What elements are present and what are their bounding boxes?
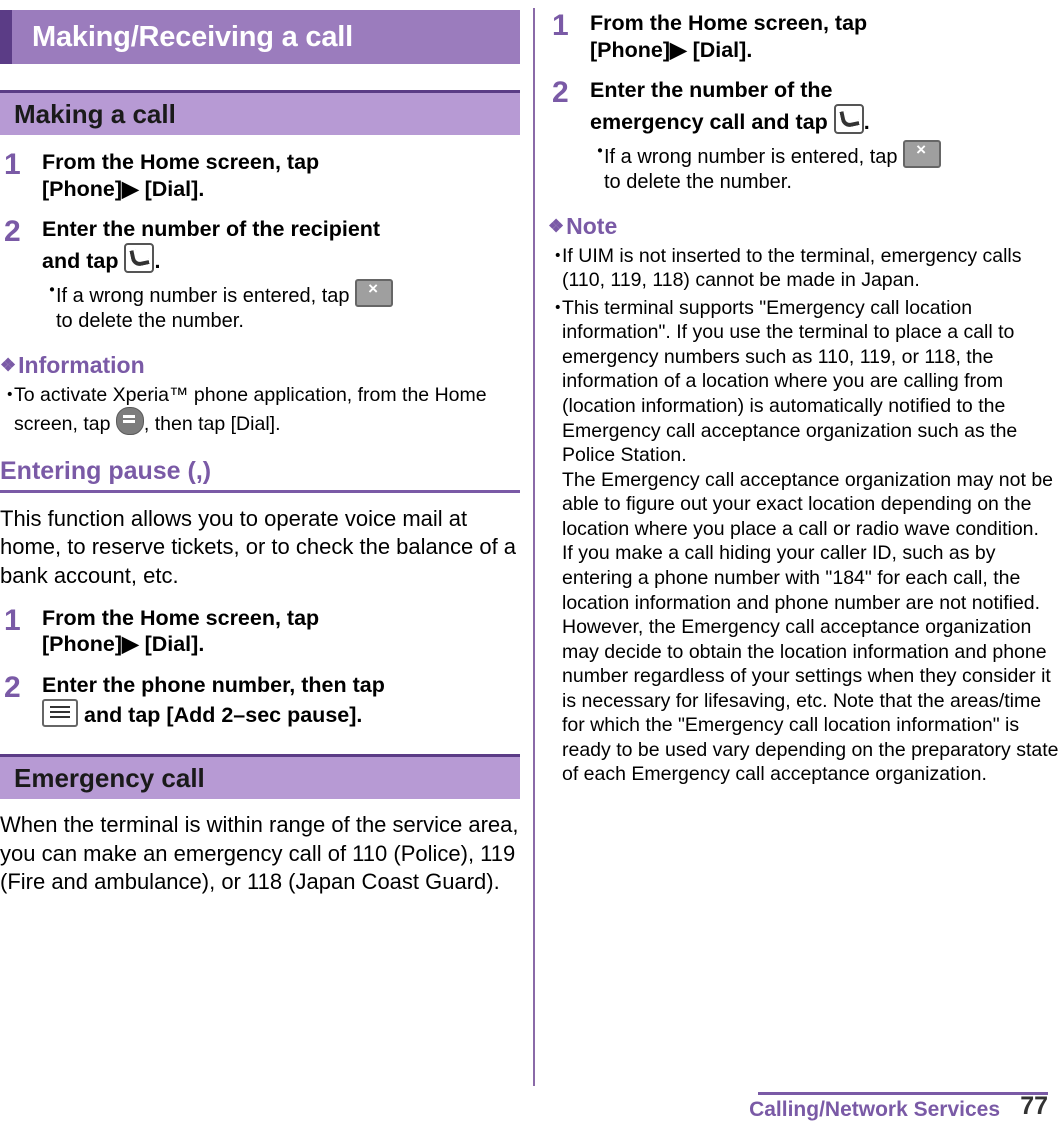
step-sub-note: ・ If a wrong number is entered, tap to d… [590, 139, 1060, 195]
footer-section-name: Calling/Network Services [749, 1098, 1000, 1121]
step-line-1: Enter the number of the recipient [42, 217, 381, 242]
step-line-2-period: . [154, 248, 161, 273]
step-item: 1 From the Home screen, tap [Phone]▶ [Di… [548, 10, 1060, 63]
step-item: 1 From the Home screen, tap [Phone]▶ [Di… [0, 605, 520, 658]
page-number: 77 [1020, 1092, 1048, 1120]
step-body: Enter the number of the recipient and ta… [42, 216, 520, 333]
step-line-2: [Phone]▶ [Dial]. [42, 176, 520, 203]
right-column: 1 From the Home screen, tap [Phone]▶ [Di… [548, 0, 1060, 1086]
step-target-dial: [Dial]. [144, 632, 205, 657]
note-paragraph: If you make a call hiding your caller ID… [562, 542, 1059, 786]
step-sub-note: ・ If a wrong number is entered, tap to d… [42, 278, 520, 334]
sub-note-line-1: If a wrong number is entered, tap [604, 145, 898, 168]
chapter-title-bar: Making/Receiving a call [0, 10, 520, 64]
step-number: 2 [4, 215, 21, 249]
step-line-2-text: and tap [Add 2–sec pause]. [83, 702, 363, 727]
step-number: 1 [4, 603, 21, 637]
column-divider [533, 8, 535, 1086]
bullet-mark: ・ [42, 279, 62, 302]
list-item: ・ If UIM is not inserted to the terminal… [548, 244, 1060, 293]
step-number: 1 [552, 9, 569, 42]
step-line-2: [Phone]▶ [Dial]. [42, 631, 520, 658]
step-item: 1 From the Home screen, tap [Phone]▶ [Di… [0, 149, 520, 202]
list-item-text: This terminal supports "Emergency call l… [562, 296, 1018, 467]
step-line-1: From the Home screen, tap [42, 150, 320, 174]
step-target-dial: [Dial]. [144, 176, 205, 201]
step-line-2-text: and tap [42, 248, 119, 273]
delete-backspace-icon [355, 278, 394, 307]
note-heading-text: Note [566, 212, 618, 239]
footer-rule [758, 1092, 1048, 1095]
list-item: ・ To activate Xperia™ phone application,… [0, 383, 520, 437]
information-heading-text: Information [18, 351, 145, 378]
step-number: 2 [4, 670, 21, 704]
sub-note-line-1: If a wrong number is entered, tap [56, 284, 350, 307]
arrow-icon: ▶ [122, 632, 139, 657]
step-body: From the Home screen, tap [Phone]▶ [Dial… [42, 605, 520, 658]
step-line-1: From the Home screen, tap [590, 11, 868, 35]
note-list: ・ If UIM is not inserted to the terminal… [548, 244, 1060, 468]
list-item-text: To activate Xperia™ phone application, f… [14, 383, 520, 437]
flower-icon: ❖ [0, 354, 17, 375]
step-body: From the Home screen, tap [Phone]▶ [Dial… [590, 10, 1060, 63]
note-paragraph: The Emergency call acceptance organizati… [562, 468, 1054, 540]
chapter-title-accent [0, 10, 12, 64]
sub-note-line-2: to delete the number. [604, 170, 792, 193]
step-target-dial: [Dial]. [692, 37, 753, 62]
step-target-phone: [Phone] [590, 37, 671, 62]
bullet-mark: ・ [548, 244, 568, 267]
chapter-title-text: Making/Receiving a call [32, 20, 353, 53]
section-heading-emergency-call: Emergency call [0, 754, 520, 800]
step-line-2-period: . [863, 109, 870, 134]
step-sub-note-text: If a wrong number is entered, tap to del… [604, 139, 942, 195]
delete-backspace-icon [903, 139, 942, 168]
step-body: Enter the number of the emergency call a… [590, 77, 1060, 194]
menu-icon [42, 698, 78, 727]
phone-icon [833, 103, 864, 134]
information-list: ・ To activate Xperia™ phone application,… [0, 383, 520, 437]
step-number: 2 [552, 76, 569, 110]
step-line-2: and tap . [42, 242, 520, 275]
step-target-phone: [Phone] [42, 632, 123, 657]
step-line-2-text: emergency call and tap [590, 109, 828, 134]
manual-page: Making/Receiving a call Making a call 1 … [0, 0, 1060, 1130]
arrow-icon: ▶ [670, 37, 687, 62]
step-item: 2 Enter the number of the recipient and … [0, 216, 520, 333]
section-heading-text: Making a call [14, 98, 176, 129]
page-footer: Calling/Network Services 77 [0, 1086, 1060, 1130]
app-launcher-icon [115, 407, 144, 436]
sub-note-line-2: to delete the number. [56, 309, 244, 332]
list-item: ・ This terminal supports "Emergency call… [548, 296, 1060, 468]
left-column: Making/Receiving a call Making a call 1 … [0, 0, 520, 1086]
arrow-icon: ▶ [122, 176, 139, 201]
phone-icon [124, 242, 155, 273]
flower-icon: ❖ [548, 215, 565, 236]
information-heading: ❖ Information [0, 352, 520, 379]
step-line-1: Enter the phone number, then tap [42, 672, 385, 697]
step-line-1: From the Home screen, tap [42, 605, 320, 630]
note-heading: ❖ Note [548, 213, 1060, 240]
step-body: Enter the phone number, then tap and tap… [42, 672, 520, 728]
subheading-entering-pause: Entering pause (,) [0, 457, 520, 493]
list-item-text: If UIM is not inserted to the terminal, … [562, 244, 1022, 292]
paragraph-emergency-call: When the terminal is within range of the… [0, 812, 519, 895]
info-text-b: , then tap [Dial]. [143, 413, 281, 436]
step-number: 1 [4, 148, 21, 181]
section-heading-text: Emergency call [14, 762, 205, 793]
step-target-phone: [Phone] [42, 176, 123, 201]
step-line-2: [Phone]▶ [Dial]. [590, 37, 1060, 64]
step-item: 2 Enter the phone number, then tap and t… [0, 672, 520, 728]
bullet-mark: ・ [548, 296, 568, 319]
paragraph-entering-pause: This function allows you to operate voic… [0, 505, 517, 588]
step-item: 2 Enter the number of the emergency call… [548, 77, 1060, 194]
step-line-1: Enter the number of the [590, 78, 833, 103]
step-line-2: emergency call and tap . [590, 103, 1060, 136]
section-heading-making-a-call: Making a call [0, 90, 520, 135]
bullet-mark: ・ [590, 140, 610, 163]
step-body: From the Home screen, tap [Phone]▶ [Dial… [42, 149, 520, 202]
step-line-2: and tap [Add 2–sec pause]. [42, 698, 520, 729]
bullet-mark: ・ [0, 383, 20, 406]
step-sub-note-text: If a wrong number is entered, tap to del… [56, 278, 394, 334]
